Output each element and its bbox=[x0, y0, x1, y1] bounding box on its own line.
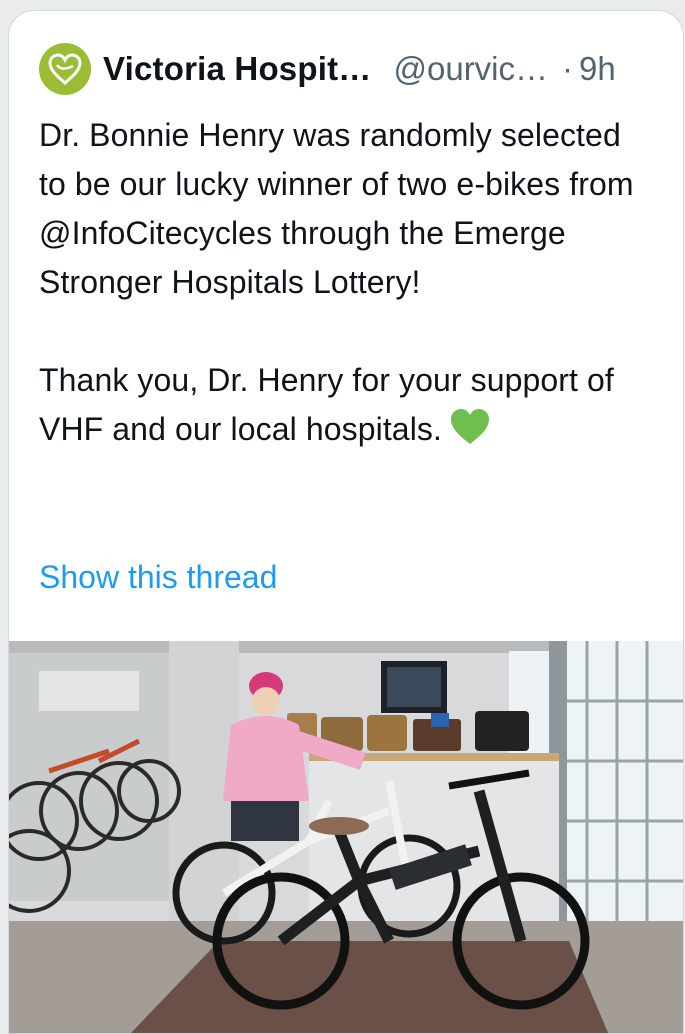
author-handle[interactable]: @ourvic… bbox=[393, 50, 548, 88]
author-name[interactable]: Victoria Hospit… bbox=[103, 50, 371, 88]
tweet-photo[interactable] bbox=[9, 641, 683, 1033]
avatar[interactable] bbox=[39, 43, 91, 95]
tweet-timestamp[interactable]: 9h bbox=[579, 50, 616, 88]
show-thread-link[interactable]: Show this thread bbox=[39, 559, 277, 596]
separator-dot: · bbox=[562, 50, 574, 87]
tweet-paragraph-2: Thank you, Dr. Henry for your support of… bbox=[39, 356, 639, 460]
heart-logo-icon bbox=[48, 53, 82, 85]
tweet-paragraph-2-text: Thank you, Dr. Henry for your support of… bbox=[39, 362, 614, 447]
green-heart-icon bbox=[448, 406, 492, 460]
tweet-card[interactable]: Victoria Hospit… @ourvic… · 9h Dr. Bonni… bbox=[8, 10, 684, 1034]
tweet-text: Dr. Bonnie Henry was randomly selected t… bbox=[39, 111, 639, 460]
photo-illustration bbox=[9, 641, 683, 1033]
tweet-paragraph-1: Dr. Bonnie Henry was randomly selected t… bbox=[39, 117, 634, 300]
tweet-header: Victoria Hospit… @ourvic… · 9h bbox=[39, 41, 663, 97]
